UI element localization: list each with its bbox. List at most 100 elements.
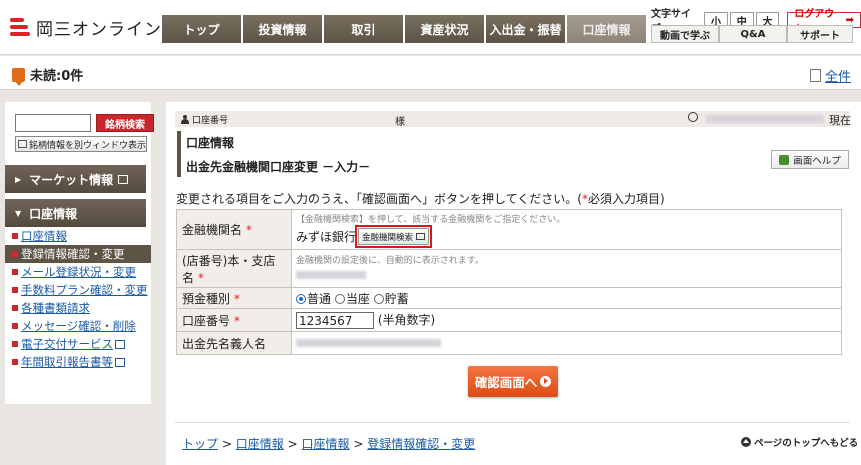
branch-label-cell: (店番号)本・支店名 * <box>176 249 292 288</box>
branch-hint: 金融機関の設定後に、自動的に表示されます。 <box>296 256 484 266</box>
holder-value-cell <box>291 331 842 355</box>
bullet-icon <box>12 341 18 347</box>
nav-tab-deposit-transfer[interactable]: 入出金・振替 <box>486 15 565 43</box>
bank-value: みずほ銀行 <box>296 230 357 244</box>
branch-label-2: 名 <box>182 270 195 285</box>
screen-help-button[interactable]: 画面ヘルプ <box>771 150 849 169</box>
deposit-radio-ordinary[interactable]: 普通 <box>296 292 331 306</box>
help-label: 画面ヘルプ <box>793 155 841 167</box>
breadcrumb-separator: > <box>221 437 232 451</box>
page-top-label: ページのトップへもどる <box>754 438 859 449</box>
page-top-link[interactable]: ページのトップへもどる <box>741 435 858 449</box>
deposit-radio-savings[interactable]: 貯蓄 <box>373 291 409 306</box>
triangle-down-icon: ▼ <box>15 208 22 218</box>
sidebar-item-label: 手数料プラン確認・変更 <box>21 283 148 297</box>
header: 岡三オンライン トップ 投資情報 取引 資産状況 入出金・振替 口座情報 文字サ… <box>0 0 861 55</box>
nav-tab-account-info[interactable]: 口座情報 <box>567 15 646 43</box>
redacted-timestamp <box>706 115 824 123</box>
confirm-screen-button[interactable]: 確認画面へ <box>468 366 558 397</box>
logo[interactable]: 岡三オンライン <box>10 14 162 40</box>
bullet-icon <box>12 269 18 275</box>
breadcrumb-registration-info[interactable]: 登録情報確認・変更 <box>367 437 475 451</box>
form-row-branch: (店番号)本・支店名 * 金融機関の設定後に、自動的に表示されます。 <box>176 249 842 288</box>
video-learn-link[interactable]: 動画で学ぶ <box>651 25 719 43</box>
page-title-box: 口座情報 出金先金融機関口座変更 －入力－ <box>177 131 767 177</box>
sidebar-item-fee-plan[interactable]: 手数料プラン確認・変更 <box>5 281 151 299</box>
page-icon <box>809 69 821 82</box>
required-mark: * <box>233 291 240 306</box>
option-label: 普通 <box>307 291 332 306</box>
stock-search-button[interactable]: 銘柄検索 <box>96 114 154 132</box>
bullet-icon <box>12 323 18 329</box>
bank-value-cell: 【金融機関検索】を押して、該当する金融機関をご指定ください。 みずほ銀行 金融機… <box>291 209 842 250</box>
sidebar-item-document-request[interactable]: 各種書類請求 <box>5 299 151 317</box>
breadcrumb-account-info[interactable]: 口座情報 <box>236 437 284 451</box>
bullet-icon <box>12 305 18 311</box>
redacted-branch <box>296 271 366 279</box>
deposit-label: 預金種別 <box>182 291 231 306</box>
account-label-cell: 口座番号 * <box>176 308 292 332</box>
sidebar-item-label: 電子交付サービス <box>21 337 113 351</box>
holder-label-cell: 出金先名義人名 <box>176 331 292 355</box>
sidebar-item-annual-report[interactable]: 年間取引報告書等 <box>5 353 151 371</box>
instruction-text: 変更される項目をご入力のうえ、「確認画面へ」ボタンを押してください。(*必須入力… <box>176 190 665 207</box>
breadcrumb-account-info-2[interactable]: 口座情報 <box>301 437 349 451</box>
bank-label-cell: 金融機関名 * <box>176 209 292 250</box>
required-mark: * <box>197 270 204 285</box>
account-number-field-label: 口座番号 <box>182 313 231 328</box>
option-label: 貯蓄 <box>384 291 409 306</box>
window-icon <box>416 233 426 240</box>
account-menu: 口座情報 登録情報確認・変更 メール登録状況・変更 手数料プラン確認・変更 各種… <box>5 227 151 371</box>
redacted-holder-name <box>296 339 441 347</box>
bullet-icon <box>12 251 18 257</box>
support-link[interactable]: サポート <box>787 25 853 43</box>
as-of-label: 現在 <box>829 114 851 127</box>
sidebar-item-messages[interactable]: メッセージ確認・削除 <box>5 317 151 335</box>
stock-search-input[interactable] <box>15 114 91 132</box>
breadcrumb-top[interactable]: トップ <box>182 437 218 451</box>
notice-bar: 未読:0件 全件 <box>0 56 861 90</box>
bank-hint: 【金融機関検索】を押して、該当する金融機関をご指定ください。 <box>296 215 566 225</box>
arrow-right-circle-icon <box>540 376 552 387</box>
sidebar-item-label: 口座情報 <box>21 229 67 243</box>
unread-count[interactable]: 未読:0件 <box>12 65 84 86</box>
sidebar-item-account-info[interactable]: 口座情報 <box>5 227 151 245</box>
sidebar-item-label: 年間取引報告書等 <box>21 355 113 369</box>
account-number-label: 口座番号 <box>192 115 229 126</box>
all-link-label: 全件 <box>824 70 851 85</box>
breadcrumb-separator: > <box>287 437 298 451</box>
branch-value-cell: 金融機関の設定後に、自動的に表示されます。 <box>291 249 842 288</box>
deposit-options-cell: 普通 当座 貯蓄 <box>291 287 842 309</box>
nav-tab-investment-info[interactable]: 投資情報 <box>243 15 322 43</box>
breadcrumb-separator: > <box>353 437 364 451</box>
account-number-input[interactable]: 1234567 <box>296 312 374 329</box>
form-row-bank: 金融機関名 * 【金融機関検索】を押して、該当する金融機関をご指定ください。 み… <box>176 209 842 250</box>
sidebar-item-e-delivery[interactable]: 電子交付サービス <box>5 335 151 353</box>
logo-text: 岡三オンライン <box>36 19 162 40</box>
nav-tab-assets[interactable]: 資産状況 <box>405 15 484 43</box>
sidebar-item-registration-info[interactable]: 登録情報確認・変更 <box>5 245 151 263</box>
holder-label: 出金先名義人名 <box>182 336 267 351</box>
qa-link[interactable]: Q&A <box>719 25 787 43</box>
unread-label: 未読:0件 <box>30 69 84 84</box>
all-messages-link[interactable]: 全件 <box>809 66 851 85</box>
sidebar-item-label: メール登録状況・変更 <box>21 265 136 279</box>
sidebar-item-label: 登録情報確認・変更 <box>21 247 125 261</box>
bank-label: 金融機関名 <box>182 223 243 237</box>
radio-icon <box>373 293 384 304</box>
window-icon <box>18 140 27 148</box>
sidebar-item-email-registration[interactable]: メール登録状況・変更 <box>5 263 151 281</box>
message-icon <box>12 67 25 86</box>
form-row-holder: 出金先名義人名 <box>176 331 842 355</box>
deposit-radio-current[interactable]: 当座 <box>334 292 370 306</box>
stock-info-new-window-button[interactable]: 銘柄情報を別ウィンドウ表示 <box>15 136 147 152</box>
account-info-header[interactable]: ▼ 口座情報 <box>5 199 146 227</box>
instruction-prefix: 変更される項目をご入力のうえ、「確認画面へ」ボタンを押してください。( <box>176 192 582 206</box>
nav-tab-trade[interactable]: 取引 <box>324 15 403 43</box>
bank-search-button[interactable]: 金融機関検索 <box>355 225 433 248</box>
market-info-header[interactable]: ▶ マーケット情報 <box>5 165 146 193</box>
branch-label: (店番号)本・支店 <box>182 253 276 268</box>
bank-search-label: 金融機関検索 <box>362 232 414 243</box>
nav-tab-top[interactable]: トップ <box>162 15 241 43</box>
breadcrumb: トップ > 口座情報 > 口座情報 > 登録情報確認・変更 <box>182 435 475 452</box>
